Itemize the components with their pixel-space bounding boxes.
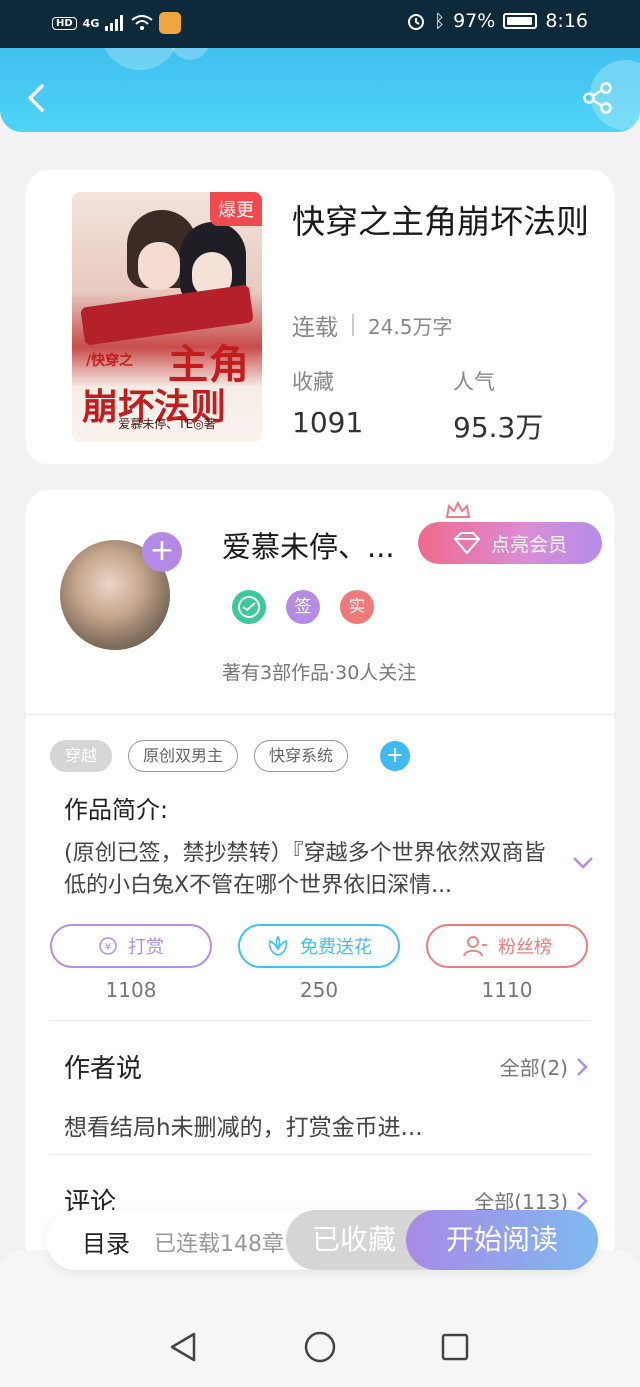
popularity-label: 人气	[453, 370, 495, 394]
hd-icon: HD	[52, 16, 77, 30]
book-cover[interactable]: /快穿之 主角 崩坏法则 爱慕未停、TE◎著 爆更	[72, 192, 262, 442]
meta-divider	[352, 314, 354, 336]
section-divider	[50, 1020, 590, 1021]
medal-badge-icon[interactable]	[232, 590, 266, 624]
clock: 8:16	[545, 10, 588, 32]
status-bar: HD 4G ᛒ 97% 8:16	[0, 0, 640, 48]
chapter-count[interactable]: 已连载148章	[154, 1226, 284, 1258]
tag-chip[interactable]: 快穿系统	[254, 740, 349, 772]
author-stats: 著有3部作品·30人关注	[222, 662, 417, 684]
cover-face	[138, 242, 180, 290]
hot-tag: 爆更	[210, 192, 262, 226]
tag-list: 穿越 原创双男主 快穿系统 +	[50, 740, 411, 772]
author-says-all-link[interactable]: 全部(2)	[500, 1052, 588, 1081]
add-tag-button[interactable]: +	[380, 741, 411, 771]
toc-button[interactable]: 目录	[82, 1224, 130, 1259]
author-says-all-label: 全部(2)	[499, 1056, 568, 1080]
svg-text:¥: ¥	[105, 942, 111, 953]
verified-badge[interactable]: 实	[340, 590, 374, 624]
flower-count: 250	[299, 978, 339, 1002]
tip-label: 打赏	[128, 937, 164, 958]
network-label: 4G	[82, 16, 100, 30]
nav-back-icon[interactable]	[168, 1330, 198, 1364]
handshake-icon	[238, 596, 260, 618]
author-says-text[interactable]: 想看结局h未删减的，打赏金币进...	[64, 1108, 423, 1142]
battery-percent: 97%	[453, 10, 496, 32]
alarm-icon	[408, 14, 425, 30]
intro-text[interactable]: (原创已签，禁抄禁转）『穿越多个世界依然双商皆低的小白兔X不管在哪个世界依旧深情…	[64, 838, 554, 902]
tip-button[interactable]: ¥ 打赏	[50, 924, 212, 968]
word-count: 24.5万字	[368, 314, 453, 339]
cover-author: 爱慕未停、TE◎著	[118, 417, 216, 431]
battery-icon	[503, 13, 538, 29]
section-divider	[26, 714, 614, 715]
coin-icon: ¥	[99, 937, 117, 955]
back-button[interactable]	[22, 78, 52, 118]
author-name[interactable]: 爱慕未停、...	[222, 524, 395, 566]
popularity-value: 95.3万	[453, 411, 544, 444]
intro-title: 作品简介:	[64, 796, 169, 824]
chevron-right-icon	[577, 1057, 588, 1076]
author-badges: 签 实	[232, 590, 374, 624]
fan-count: 1110	[481, 978, 533, 1002]
favorites-label: 收藏	[292, 370, 334, 394]
author-detail-card: + 爱慕未停、... 点亮会员 签 实 著有3部作品·30人关注 穿越 原创双男…	[26, 490, 614, 1270]
bottom-action-bar: 目录 已连载148章 已收藏 开始阅读	[46, 1210, 598, 1270]
start-reading-button[interactable]: 开始阅读	[406, 1210, 598, 1270]
favorites-value: 1091	[292, 406, 364, 439]
signal-icon	[105, 15, 124, 31]
section-divider	[50, 1154, 590, 1155]
nav-recents-icon[interactable]	[440, 1330, 470, 1364]
book-info-card: /快穿之 主角 崩坏法则 爱慕未停、TE◎著 爆更 快穿之主角崩坏法则 连载 2…	[26, 170, 614, 464]
crown-icon	[445, 500, 471, 518]
tag-chip[interactable]: 穿越	[50, 740, 113, 772]
serial-status: 连载	[292, 315, 338, 341]
tag-chip[interactable]: 原创双男主	[128, 740, 239, 772]
wifi-icon	[131, 15, 153, 30]
author-says-title: 作者说	[64, 1054, 143, 1084]
send-flower-button[interactable]: 免费送花	[238, 924, 400, 968]
book-title: 快穿之主角崩坏法则	[292, 202, 589, 241]
follow-author-button[interactable]: +	[142, 532, 182, 572]
flower-icon	[268, 935, 288, 956]
top-header: HD 4G ᛒ 97% 8:16	[0, 0, 640, 132]
share-button[interactable]	[582, 80, 614, 116]
fan-ranking-button[interactable]: 粉丝榜	[426, 924, 588, 968]
app-notification-icon	[159, 12, 182, 34]
send-flower-label: 免费送花	[300, 937, 372, 958]
fan-user-icon	[463, 936, 487, 957]
diamond-icon	[453, 532, 481, 554]
cover-title-small: /快穿之	[86, 353, 134, 369]
book-meta: 连载 24.5万字	[292, 308, 453, 342]
fan-ranking-label: 粉丝榜	[498, 937, 552, 958]
nav-home-icon[interactable]	[303, 1330, 337, 1364]
vip-button-label: 点亮会员	[490, 533, 567, 556]
bluetooth-icon: ᛒ	[434, 10, 446, 32]
tip-count: 1108	[105, 978, 157, 1002]
system-nav-bar	[0, 1250, 640, 1387]
chevron-right-icon	[577, 1191, 588, 1210]
signed-badge[interactable]: 签	[286, 590, 320, 624]
chevron-down-icon[interactable]	[572, 856, 594, 870]
vip-button[interactable]: 点亮会员	[418, 522, 602, 564]
